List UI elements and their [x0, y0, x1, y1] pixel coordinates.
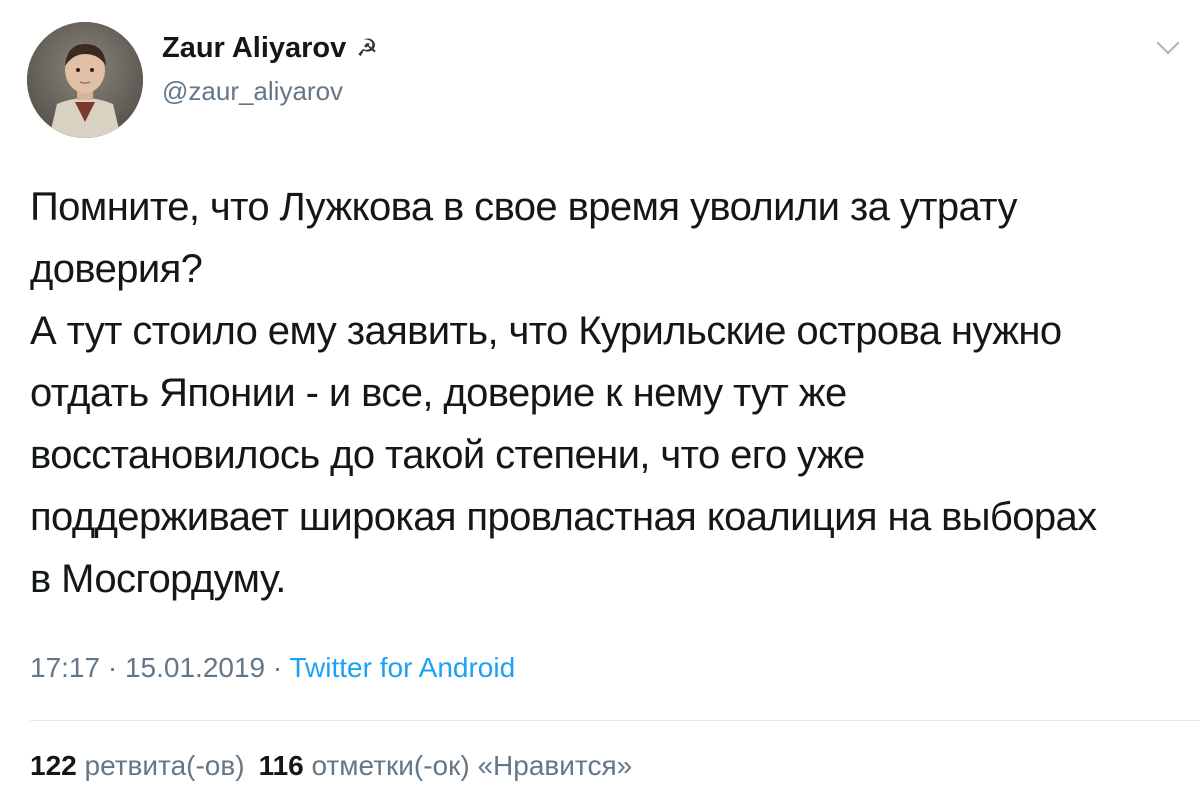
- tweet-date[interactable]: 15.01.2019: [125, 652, 265, 683]
- author-handle[interactable]: @zaur_aliyarov: [162, 76, 343, 107]
- tweet-text: Помните, что Лужкова в свое время уволил…: [30, 185, 1097, 601]
- avatar[interactable]: [27, 22, 143, 138]
- meta-separator: ·: [107, 652, 118, 683]
- likes-stat[interactable]: 116 отметки(-ок) «Нравится»: [259, 750, 633, 781]
- meta-separator: ·: [272, 652, 283, 683]
- retweets-label: ретвита(-ов): [84, 750, 245, 781]
- author-name[interactable]: Zaur Aliyarov: [162, 32, 346, 65]
- tweet-stats: 122 ретвита(-ов) 116 отметки(-ок) «Нравит…: [30, 750, 632, 782]
- chevron-down-icon[interactable]: [1156, 40, 1180, 56]
- retweets-count: 122: [30, 750, 77, 781]
- likes-label: отметки(-ок) «Нравится»: [311, 750, 633, 781]
- retweets-stat[interactable]: 122 ретвита(-ов): [30, 750, 245, 781]
- tweet-meta: 17:17 · 15.01.2019 · Twitter for Android: [30, 652, 515, 684]
- tweet-source-link[interactable]: Twitter for Android: [290, 652, 516, 683]
- divider: [30, 720, 1200, 721]
- tweet-time[interactable]: 17:17: [30, 652, 100, 683]
- likes-count: 116: [258, 750, 304, 781]
- author-name-row[interactable]: Zaur Aliyarov ☭: [162, 32, 378, 65]
- avatar-photo: [27, 22, 143, 138]
- hammer-sickle-icon: ☭: [356, 35, 378, 62]
